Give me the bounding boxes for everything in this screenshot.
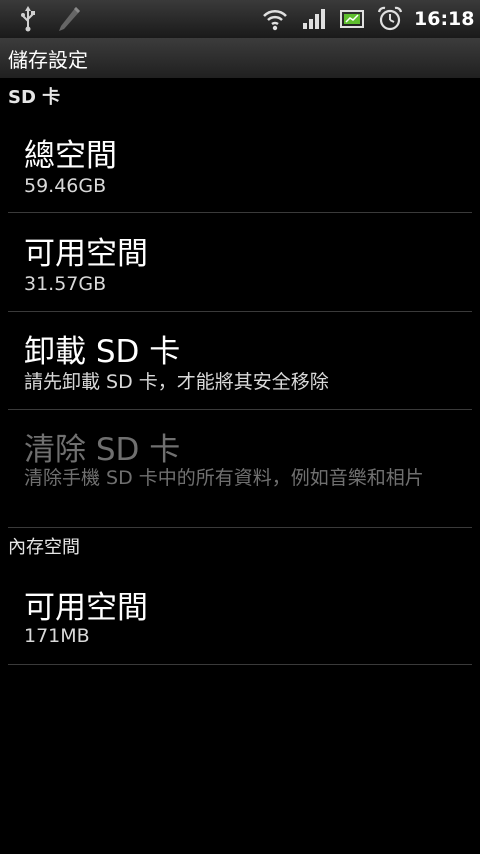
- pref-erase-sd-card: 清除 SD 卡 清除手機 SD 卡中的所有資料，例如音樂和相片: [0, 410, 480, 527]
- alarm-clock-icon: [376, 0, 404, 38]
- signal-icon: [300, 0, 328, 38]
- pref-available-space[interactable]: 可用空間 31.57GB: [0, 213, 480, 311]
- section-header-label: SD 卡: [8, 87, 61, 108]
- pref-title: 清除 SD 卡: [24, 432, 181, 468]
- pref-title: 總空間: [24, 138, 117, 174]
- page-title: 儲存設定: [8, 47, 88, 72]
- pref-summary: 31.57GB: [24, 273, 107, 295]
- pref-total-space[interactable]: 總空間 59.46GB: [0, 114, 480, 212]
- pref-summary: 清除手機 SD 卡中的所有資料，例如音樂和相片: [24, 467, 424, 489]
- usb-icon: [16, 0, 40, 38]
- status-clock: 16:18: [414, 8, 475, 30]
- title-bar: 儲存設定: [0, 38, 480, 79]
- status-bar: 16:18: [0, 0, 480, 38]
- divider: [8, 527, 472, 528]
- divider: [8, 664, 472, 665]
- pref-title: 卸載 SD 卡: [24, 334, 181, 370]
- pref-summary: 171MB: [24, 625, 90, 647]
- pref-unmount-sd-card[interactable]: 卸載 SD 卡 請先卸載 SD 卡，才能將其安全移除: [0, 312, 480, 409]
- battery-icon: [338, 0, 366, 38]
- pref-title: 可用空間: [24, 236, 148, 272]
- pref-summary: 59.46GB: [24, 175, 107, 197]
- pref-title: 可用空間: [24, 590, 148, 626]
- section-header-internal-storage: 內存空間: [0, 530, 480, 562]
- pref-summary: 請先卸載 SD 卡，才能將其安全移除: [24, 371, 329, 393]
- section-header-sd-card: SD 卡: [0, 80, 480, 112]
- pen-icon: [54, 0, 84, 38]
- section-header-label: 內存空間: [8, 537, 80, 558]
- pref-internal-available-space[interactable]: 可用空間 171MB: [0, 566, 480, 664]
- wifi-icon: [260, 0, 290, 38]
